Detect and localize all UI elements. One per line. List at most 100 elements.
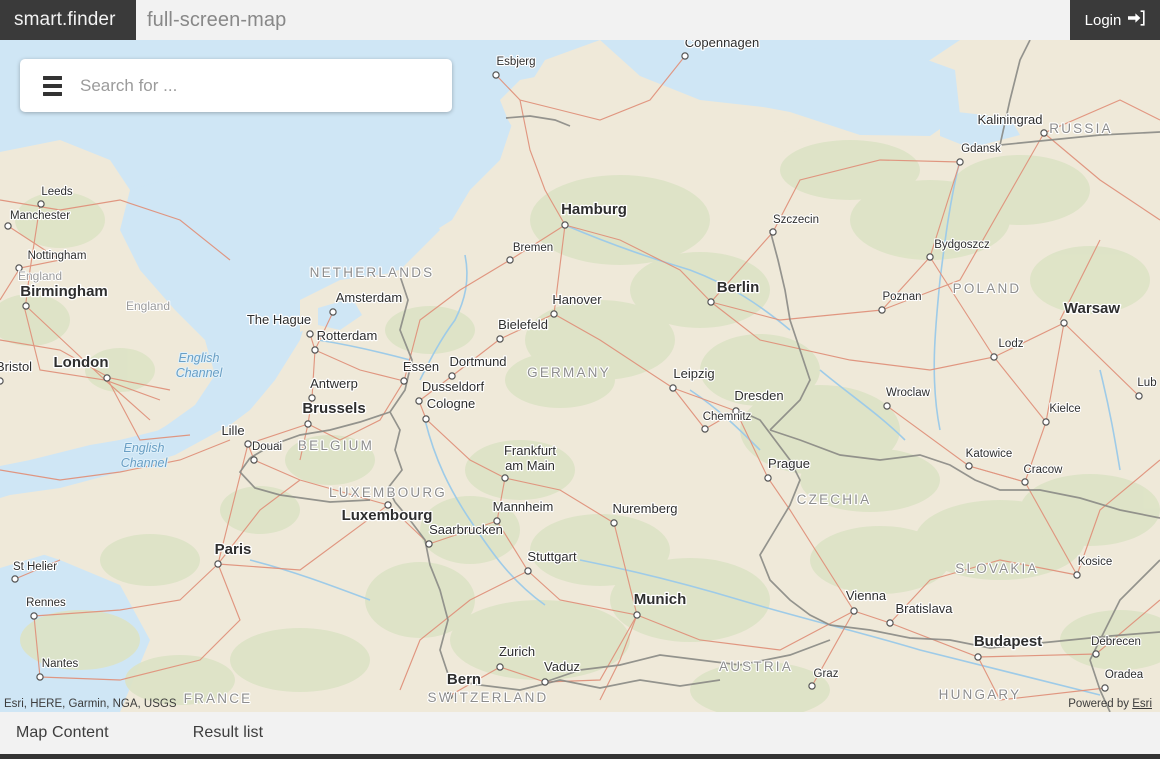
map-country-label: BELGIUM: [298, 438, 374, 453]
map-city-label: Berlin: [717, 279, 760, 296]
city-marker: [38, 201, 44, 207]
map-city-label: Leeds: [41, 186, 73, 198]
esri-link[interactable]: Esri: [1132, 698, 1152, 710]
city-marker: [1022, 479, 1028, 485]
map-city-label: Paris: [215, 541, 252, 558]
map-city-label: London: [54, 354, 109, 371]
map-country-label: POLAND: [953, 281, 1022, 296]
city-marker: [670, 385, 676, 391]
map-city-label: St Helier: [13, 561, 57, 573]
city-marker: [562, 222, 568, 228]
map-city-label: Cracow: [1024, 464, 1064, 476]
map-city-label: Essen: [403, 359, 439, 374]
city-marker: [702, 426, 708, 432]
city-marker: [611, 520, 617, 526]
map-city-label: Bydgoszcz: [934, 239, 990, 251]
map-city-label: Dortmund: [449, 354, 506, 369]
login-button[interactable]: Login: [1070, 0, 1160, 40]
city-marker: [5, 223, 11, 229]
map-city-label: Douai: [252, 441, 282, 453]
map-city-label: Lille: [221, 423, 244, 438]
city-marker: [31, 613, 37, 619]
city-marker: [215, 561, 221, 567]
map-water-label: EnglishChannel: [121, 441, 169, 470]
search-input[interactable]: [74, 60, 452, 111]
city-marker: [1136, 393, 1142, 399]
city-marker: [884, 403, 890, 409]
map-city-label: Luxembourg: [342, 507, 433, 524]
map-city-label: Bielefeld: [498, 317, 548, 332]
city-marker: [23, 303, 29, 309]
map-city-label: Lodz: [999, 338, 1024, 350]
map-city-label: Amsterdam: [336, 290, 402, 305]
map-city-label: Munich: [634, 591, 687, 608]
map-country-label: SWITZERLAND: [428, 690, 549, 705]
map-city-label: Zurich: [499, 644, 535, 659]
hamburger-bar-3: [43, 92, 62, 96]
city-marker: [887, 620, 893, 626]
map-region-label: England: [18, 269, 62, 283]
city-marker: [966, 463, 972, 469]
map-attribution-right: Powered by Esri: [1068, 698, 1152, 710]
map-city-label: Mannheim: [493, 499, 554, 514]
map-city-label: Prague: [768, 456, 810, 471]
map-city-label: Budapest: [974, 633, 1042, 650]
city-marker: [37, 674, 43, 680]
footer-strip: [0, 754, 1160, 759]
map-city-label: Rotterdam: [317, 328, 378, 343]
city-marker: [682, 53, 688, 59]
map-city-label: Brussels: [302, 400, 365, 417]
map-city-label: Oradea: [1105, 669, 1144, 681]
app-header: smart.finder full-screen-map Login: [0, 0, 1160, 40]
city-marker: [551, 311, 557, 317]
city-marker: [493, 72, 499, 78]
map-city-label: Esbjerg: [497, 56, 536, 68]
map-city-label: Bratislava: [895, 601, 953, 616]
city-marker: [1041, 130, 1047, 136]
brand-logo[interactable]: smart.finder: [0, 0, 136, 40]
map-country-label: AUSTRIA: [719, 659, 793, 674]
map-city-label: Antwerp: [310, 376, 358, 391]
tab-map-content[interactable]: Map Content: [8, 724, 117, 742]
map-city-label: Kielce: [1049, 403, 1080, 415]
map-city-label: Dusseldorf: [422, 379, 485, 394]
map-svg[interactable]: CopenhagenEsbjergKaliningradGdanskLeedsM…: [0, 40, 1160, 712]
map-city-label: Rennes: [26, 597, 66, 609]
map-city-label: Dresden: [734, 388, 783, 403]
map-country-label: LUXEMBOURG: [329, 485, 447, 500]
map-city-label: Poznan: [882, 291, 921, 303]
search-panel[interactable]: [20, 59, 452, 112]
map-city-label: Leipzig: [673, 366, 714, 381]
map-city-label: Bremen: [513, 242, 553, 254]
map-city-label: Nantes: [42, 658, 79, 670]
city-marker: [765, 475, 771, 481]
city-marker: [245, 441, 251, 447]
city-marker: [879, 307, 885, 313]
map-country-label: HUNGARY: [939, 687, 1022, 702]
map-city-label: Frankfurtam Main: [504, 443, 556, 473]
map-city-label: Nuremberg: [612, 501, 677, 516]
map-city-label: Kaliningrad: [977, 112, 1042, 127]
map-city-label: Manchester: [10, 210, 70, 222]
login-label: Login: [1085, 12, 1122, 29]
city-marker: [251, 457, 257, 463]
sign-in-icon: [1128, 10, 1145, 30]
city-marker: [525, 568, 531, 574]
city-marker: [307, 331, 313, 337]
city-marker: [497, 336, 503, 342]
city-marker: [0, 378, 3, 384]
page-title: full-screen-map: [136, 0, 1070, 40]
city-marker: [708, 299, 714, 305]
city-marker: [401, 378, 407, 384]
city-marker: [502, 475, 508, 481]
city-marker: [416, 398, 422, 404]
map-country-label: GERMANY: [527, 365, 611, 380]
map-city-label: Vienna: [846, 588, 887, 603]
map-city-label: Nottingham: [28, 250, 87, 262]
map-city-label: Saarbrucken: [429, 522, 503, 537]
map-canvas[interactable]: CopenhagenEsbjergKaliningradGdanskLeedsM…: [0, 40, 1160, 712]
map-country-label: RUSSIA: [1049, 121, 1112, 136]
tab-result-list[interactable]: Result list: [185, 724, 271, 742]
hamburger-menu-icon[interactable]: [30, 59, 74, 112]
city-marker: [426, 541, 432, 547]
